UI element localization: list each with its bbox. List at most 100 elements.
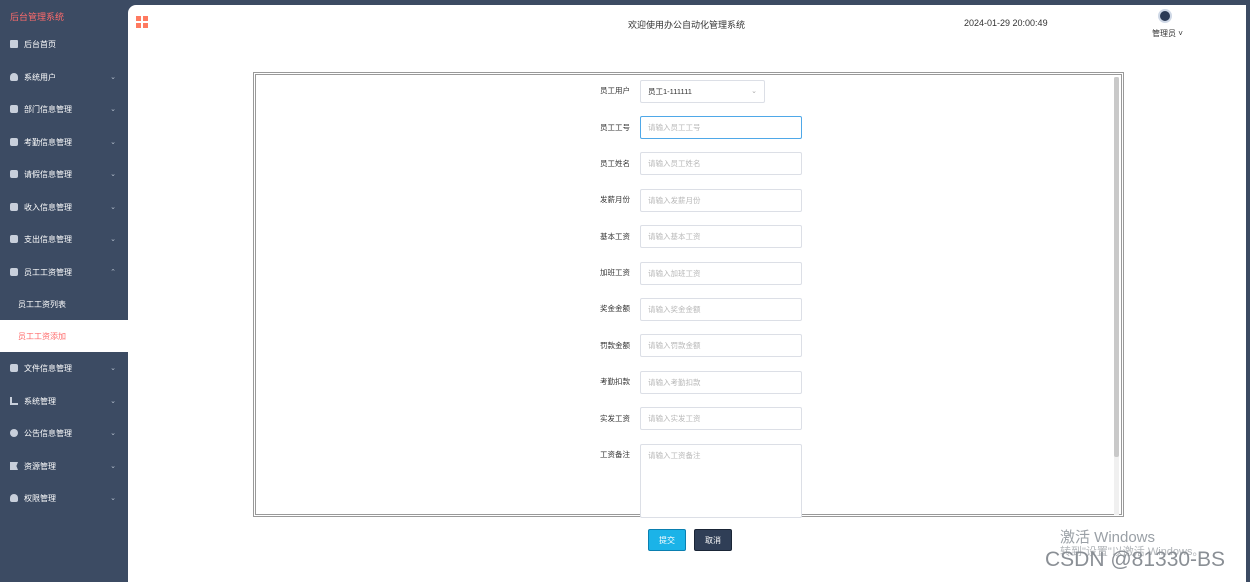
- box-icon: [10, 268, 18, 276]
- sidebar-item-leave[interactable]: 请假信息管理 ⌄: [0, 161, 128, 187]
- chevron-down-icon: ˅: [1176, 29, 1183, 38]
- home-icon: [10, 40, 18, 48]
- sidebar-item-label: 公告信息管理: [24, 428, 72, 438]
- label-employee-user: 员工用户: [600, 86, 630, 95]
- sidebar-item-attendance[interactable]: 考勤信息管理 ⌄: [0, 129, 128, 155]
- input-placeholder: 请输入员工工号: [648, 123, 701, 132]
- attendance-deduction-input[interactable]: 请输入考勤扣款: [640, 371, 802, 394]
- box-icon: [10, 138, 18, 146]
- user-menu[interactable]: 管理员 ˅: [1152, 28, 1183, 39]
- sidebar-item-label: 系统用户: [24, 72, 56, 82]
- sidebar-item-label: 后台首页: [24, 39, 56, 49]
- pay-month-input[interactable]: 请输入发薪月份: [640, 189, 802, 212]
- chevron-down-icon: ⌄: [110, 139, 116, 146]
- avatar[interactable]: [1158, 9, 1172, 23]
- label-attendance-deduction: 考勤扣款: [600, 377, 630, 386]
- input-placeholder: 请输入实发工资: [648, 414, 701, 423]
- sidebar-item-files[interactable]: 文件信息管理 ⌄: [0, 355, 128, 381]
- user-icon: [10, 494, 18, 502]
- datetime-text: 2024-01-29 20:00:49: [964, 18, 1048, 28]
- bar-chart-icon: [10, 397, 18, 405]
- input-placeholder: 请输入员工姓名: [648, 159, 701, 168]
- sidebar-item-income[interactable]: 收入信息管理 ⌄: [0, 194, 128, 220]
- welcome-text: 欢迎使用办公自动化管理系统: [628, 20, 746, 30]
- sidebar-item-system[interactable]: 系统管理 ⌄: [0, 388, 128, 414]
- sidebar-item-label: 文件信息管理: [24, 363, 72, 373]
- box-icon: [10, 364, 18, 372]
- chevron-down-icon: ⌄: [110, 463, 116, 470]
- sidebar-item-home[interactable]: 后台首页: [0, 31, 128, 57]
- chevron-down-icon: ⌄: [110, 236, 116, 243]
- menu-grid-icon[interactable]: [136, 16, 148, 28]
- sidebar-item-label: 权限管理: [24, 493, 56, 503]
- label-employee-name: 员工姓名: [600, 159, 630, 168]
- input-placeholder: 请输入发薪月份: [648, 196, 701, 205]
- input-placeholder: 请输入奖金金额: [648, 305, 701, 314]
- input-placeholder: 请输入罚款金额: [648, 341, 701, 350]
- scrollbar-thumb[interactable]: [1114, 77, 1119, 457]
- input-placeholder: 请输入考勤扣款: [648, 378, 701, 387]
- employee-user-select[interactable]: 员工1-111111 ⌄: [640, 80, 765, 103]
- box-icon: [10, 170, 18, 178]
- sidebar-item-label: 部门信息管理: [24, 104, 72, 114]
- sidebar: 后台管理系统 后台首页 系统用户 ⌄ 部门信息管理 ⌄ 考勤信息管理 ⌄ 请假信…: [0, 0, 128, 582]
- input-placeholder: 请输入工资备注: [648, 451, 701, 460]
- actual-salary-input[interactable]: 请输入实发工资: [640, 407, 802, 430]
- label-base-salary: 基本工资: [600, 232, 630, 241]
- chevron-down-icon: ⌄: [110, 74, 116, 81]
- box-icon: [10, 203, 18, 211]
- input-placeholder: 请输入加班工资: [648, 269, 701, 278]
- fine-input[interactable]: 请输入罚款金额: [640, 334, 802, 357]
- salary-note-textarea[interactable]: 请输入工资备注: [640, 444, 802, 518]
- sidebar-item-label: 支出信息管理: [24, 234, 72, 244]
- select-value: 员工1-111111: [648, 87, 692, 96]
- main-panel: 欢迎使用办公自动化管理系统 2024-01-29 20:00:49 管理员 ˅ …: [128, 5, 1246, 582]
- submenu-salary-add[interactable]: 员工工资添加: [0, 320, 128, 352]
- employee-name-input[interactable]: 请输入员工姓名: [640, 152, 802, 175]
- chevron-down-icon: ⌄: [110, 398, 116, 405]
- chevron-down-icon: ⌄: [110, 204, 116, 211]
- input-placeholder: 请输入基本工资: [648, 232, 701, 241]
- label-salary-note: 工资备注: [600, 450, 630, 459]
- sidebar-item-salary[interactable]: 员工工资管理 ⌃: [0, 259, 128, 285]
- box-icon: [10, 235, 18, 243]
- flag-icon: [10, 462, 18, 470]
- sidebar-item-resources[interactable]: 资源管理 ⌄: [0, 453, 128, 479]
- csdn-watermark: CSDN @81330-BS: [1045, 548, 1226, 571]
- form-frame: 员工用户 员工1-111111 ⌄ 员工工号 请输入员工工号 员工姓名 请输入员…: [253, 72, 1124, 518]
- system-title: 后台管理系统: [10, 12, 65, 22]
- chevron-down-icon: ⌄: [110, 365, 116, 372]
- sidebar-item-announcements[interactable]: 公告信息管理 ⌄: [0, 420, 128, 446]
- submenu-salary-list[interactable]: 员工工资列表: [0, 288, 128, 320]
- sidebar-item-expense[interactable]: 支出信息管理 ⌄: [0, 226, 128, 252]
- sidebar-item-label: 收入信息管理: [24, 202, 72, 212]
- chevron-down-icon: ⌄: [110, 106, 116, 113]
- user-name: 管理员: [1152, 29, 1176, 38]
- sidebar-item-label: 员工工资管理: [24, 267, 72, 277]
- sidebar-item-label: 系统管理: [24, 396, 56, 406]
- info-icon: [10, 429, 18, 437]
- sidebar-item-system-users[interactable]: 系统用户 ⌄: [0, 64, 128, 90]
- label-employee-id: 员工工号: [600, 123, 630, 132]
- submit-button[interactable]: 提交: [648, 529, 686, 551]
- cancel-button[interactable]: 取消: [694, 529, 732, 551]
- sidebar-item-label: 请假信息管理: [24, 169, 72, 179]
- chevron-down-icon: ⌄: [110, 495, 116, 502]
- sidebar-item-label: 考勤信息管理: [24, 137, 72, 147]
- base-salary-input[interactable]: 请输入基本工资: [640, 225, 802, 248]
- sidebar-item-permissions[interactable]: 权限管理 ⌄: [0, 485, 128, 511]
- chevron-down-icon: ⌄: [751, 88, 757, 95]
- user-icon: [10, 73, 18, 81]
- label-fine: 罚款金额: [600, 341, 630, 350]
- chevron-up-icon: ⌃: [110, 269, 116, 276]
- bonus-input[interactable]: 请输入奖金金额: [640, 298, 802, 321]
- sidebar-item-label: 资源管理: [24, 461, 56, 471]
- chevron-down-icon: ⌄: [110, 430, 116, 437]
- chevron-down-icon: ⌄: [110, 171, 116, 178]
- employee-id-input[interactable]: 请输入员工工号: [640, 116, 802, 139]
- label-pay-month: 发薪月份: [600, 195, 630, 204]
- overtime-pay-input[interactable]: 请输入加班工资: [640, 262, 802, 285]
- label-overtime-pay: 加班工资: [600, 268, 630, 277]
- box-icon: [10, 105, 18, 113]
- sidebar-item-department[interactable]: 部门信息管理 ⌄: [0, 96, 128, 122]
